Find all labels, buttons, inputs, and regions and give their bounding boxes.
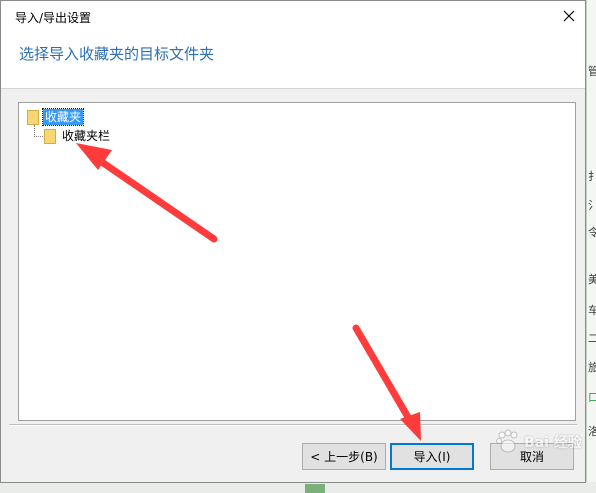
watermark: Bai 经验 (494, 428, 582, 456)
watermark-text: Bai 经验 (524, 435, 582, 451)
window-title: 导入/导出设置 (15, 11, 92, 25)
background-glyph: 美 (588, 273, 596, 286)
background-glyph: 口 (588, 391, 596, 404)
back-button[interactable]: < 上一步(B) (302, 443, 386, 470)
close-icon (563, 10, 575, 22)
page-title: 选择导入收藏夹的目标文件夹 (19, 45, 215, 63)
background-app-bottom (0, 482, 596, 493)
import-export-dialog: 导入/导出设置 选择导入收藏夹的目标文件夹 收藏夹 收藏夹栏 < 上一步(B) … (0, 0, 586, 483)
background-glyph: 旅 (588, 361, 596, 374)
tree-node-favorites-bar[interactable]: 收藏夹栏 (44, 127, 112, 145)
close-button[interactable] (555, 2, 583, 30)
background-glyph: 洛 (588, 425, 596, 438)
background-app-button (305, 484, 325, 493)
import-button[interactable]: 导入(I) (390, 443, 474, 470)
title-bar: 导入/导出设置 (1, 1, 585, 31)
background-glyph: 氵 (588, 199, 596, 212)
background-glyph: 车 (588, 304, 596, 317)
folder-icon (44, 128, 56, 144)
wizard-header: 选择导入收藏夹的目标文件夹 (1, 31, 585, 89)
paw-logo-icon (496, 429, 518, 453)
folder-icon (27, 109, 39, 125)
folder-tree[interactable]: 收藏夹 收藏夹栏 (18, 102, 576, 421)
background-glyph: 管 (588, 65, 596, 78)
tree-node-favorites[interactable]: 收藏夹 (27, 108, 85, 126)
background-glyph: 二 (588, 332, 596, 345)
divider (9, 424, 577, 426)
tree-node-label: 收藏夹 (41, 108, 85, 126)
background-glyph: 令 (588, 226, 596, 239)
tree-node-label: 收藏夹栏 (62, 129, 111, 143)
background-glyph: 扌 (588, 170, 596, 183)
